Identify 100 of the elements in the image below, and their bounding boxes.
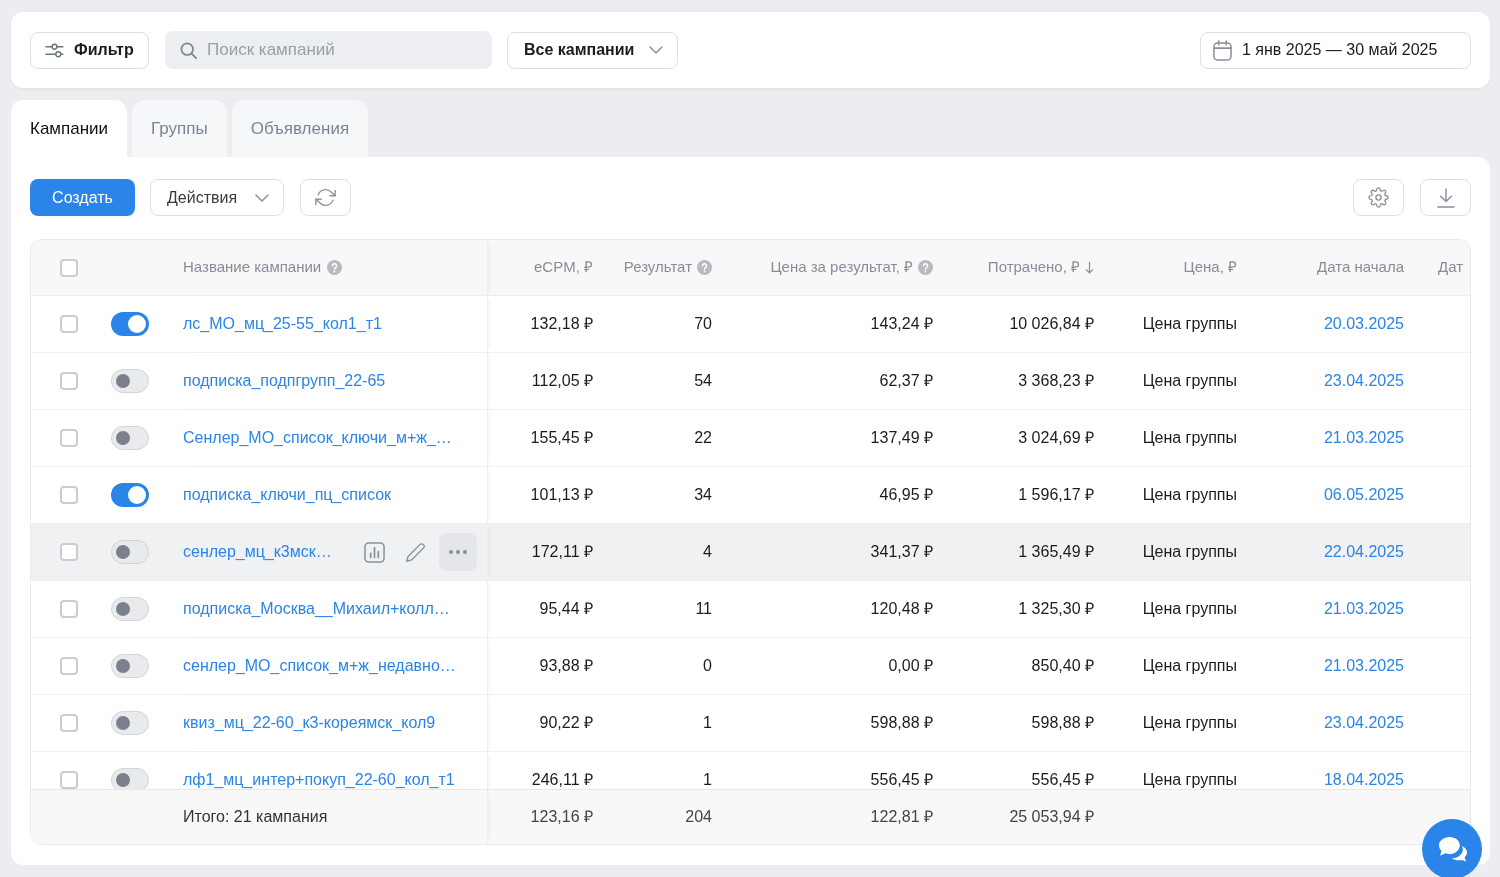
price-type-value: Цена группы: [1142, 428, 1237, 448]
sort-arrow-icon[interactable]: [1085, 261, 1094, 274]
checkbox[interactable]: [60, 543, 78, 561]
spent-value: 1 325,30 ₽: [1018, 599, 1094, 619]
search-icon: [180, 42, 197, 59]
start-date-link[interactable]: 21.03.2025: [1323, 654, 1404, 678]
toggle-switch[interactable]: [111, 540, 149, 564]
chevron-down-icon: [255, 193, 269, 202]
refresh-button[interactable]: [300, 179, 351, 216]
more-button[interactable]: [439, 533, 477, 571]
campaign-name-link[interactable]: лф1_мц_интер+покуп_22-60_кол_т1: [183, 768, 455, 789]
campaign-name-link[interactable]: подписка_подпгрупп_22-65: [183, 369, 386, 393]
help-icon[interactable]: [697, 260, 712, 275]
table-row[interactable]: подписка_Москва__Михаил+колл… 95,44 ₽ 11 120,48 ₽ 1 325,30 ₽ Цена группы 21.03.2025: [31, 581, 1470, 638]
toggle-switch[interactable]: [111, 483, 149, 507]
column-header[interactable]: Результат: [623, 256, 692, 279]
spent-value: 850,40 ₽: [1031, 656, 1094, 676]
campaign-name-link[interactable]: Сенлер_МО_список_ключи_м+ж_…: [183, 426, 452, 450]
campaign-name-link[interactable]: подписка_Москва__Михаил+колл…: [183, 597, 450, 621]
ecpm-value: 101,13 ₽: [530, 485, 593, 505]
tab[interactable]: Кампании: [11, 100, 128, 157]
checkbox[interactable]: [60, 372, 78, 390]
tab[interactable]: Объявления: [231, 100, 369, 157]
campaign-name-link[interactable]: сенлер_мц_к3мск…: [183, 540, 332, 564]
start-date-link[interactable]: 23.04.2025: [1323, 711, 1404, 735]
start-date-link[interactable]: 18.04.2025: [1323, 768, 1404, 789]
filter-button[interactable]: Фильтр: [30, 31, 149, 69]
toggle-switch[interactable]: [111, 597, 149, 621]
campaign-name-link[interactable]: подписка_ключи_пц_список: [183, 483, 392, 507]
start-date-link[interactable]: 23.04.2025: [1323, 369, 1404, 393]
toggle-switch[interactable]: [111, 426, 149, 450]
campaign-name-link[interactable]: квиз_мц_22-60_к3-кореямск_кол9: [183, 711, 436, 735]
help-icon[interactable]: [918, 260, 933, 275]
result-value: 70: [694, 314, 712, 334]
cost-per-result-value: 137,49 ₽: [870, 428, 933, 448]
column-header[interactable]: Цена за результат, ₽: [770, 256, 913, 279]
cost-per-result-value: 62,37 ₽: [879, 371, 933, 391]
total-value: 204: [685, 807, 712, 827]
help-icon[interactable]: [327, 260, 343, 275]
start-date-link[interactable]: 20.03.2025: [1323, 312, 1404, 336]
chat-icon: [1437, 836, 1467, 862]
start-date-link[interactable]: 21.03.2025: [1323, 597, 1404, 621]
price-type-value: Цена группы: [1142, 371, 1237, 391]
checkbox[interactable]: [60, 258, 78, 277]
campaign-name-link[interactable]: сенлер_МО_список_м+ж_недавно…: [183, 654, 456, 678]
table-row[interactable]: сенлер_мц_к3мск… 172,11 ₽ 4 341,37 ₽ 1 365,49 ₽ Цена группы 22.04.2025: [31, 524, 1470, 581]
campaign-dropdown[interactable]: Все кампании: [507, 31, 678, 69]
checkbox[interactable]: [60, 315, 78, 333]
settings-button[interactable]: [1353, 179, 1404, 216]
column-header[interactable]: Дата начала: [1317, 256, 1404, 279]
campaign-name-link[interactable]: лс_МО_мц_25-55_кол1_т1: [183, 312, 382, 336]
result-value: 54: [694, 371, 712, 391]
table-row[interactable]: подписка_ключи_пц_список 101,13 ₽ 34 46,95 ₽ 1 596,17 ₽ Цена группы 06.05.2025: [31, 467, 1470, 524]
result-value: 22: [694, 428, 712, 448]
download-button[interactable]: [1420, 179, 1471, 216]
toggle-switch[interactable]: [111, 312, 149, 336]
start-date-link[interactable]: 22.04.2025: [1323, 540, 1404, 564]
start-date-link[interactable]: 21.03.2025: [1323, 426, 1404, 450]
checkbox[interactable]: [60, 600, 78, 618]
spent-value: 598,88 ₽: [1031, 713, 1094, 733]
ecpm-value: 95,44 ₽: [539, 599, 593, 619]
table-row[interactable]: Сенлер_МО_список_ключи_м+ж_… 155,45 ₽ 22 137,49 ₽ 3 024,69 ₽ Цена группы 21.03.2025: [31, 410, 1470, 467]
price-type-value: Цена группы: [1142, 314, 1237, 334]
spent-value: 3 368,23 ₽: [1018, 371, 1094, 391]
column-header[interactable]: Дат: [1438, 256, 1464, 279]
result-value: 4: [703, 542, 712, 562]
column-header[interactable]: Цена, ₽: [1183, 256, 1237, 279]
checkbox[interactable]: [60, 429, 78, 447]
checkbox[interactable]: [60, 657, 78, 675]
cost-per-result-value: 0,00 ₽: [888, 656, 933, 676]
table-row[interactable]: сенлер_МО_список_м+ж_недавно… 93,88 ₽ 0 0,00 ₽ 850,40 ₽ Цена группы 21.03.2025: [31, 638, 1470, 695]
table-row[interactable]: лс_МО_мц_25-55_кол1_т1 132,18 ₽ 70 143,24 ₽ 10 026,84 ₽ Цена группы 20.03.2025: [31, 296, 1470, 353]
table-row[interactable]: подписка_подпгрупп_22-65 112,05 ₽ 54 62,37 ₽ 3 368,23 ₽ Цена группы 23.04.2025: [31, 353, 1470, 410]
column-header[interactable]: Название кампании: [183, 256, 322, 279]
statistics-icon[interactable]: [364, 541, 385, 563]
ecpm-value: 112,05 ₽: [531, 371, 593, 391]
column-header[interactable]: eCPM, ₽: [534, 256, 593, 279]
actions-dropdown[interactable]: Действия: [150, 179, 284, 216]
date-range-picker[interactable]: 1 янв 2025 — 30 май 2025: [1200, 31, 1471, 69]
table-row[interactable]: квиз_мц_22-60_к3-кореямск_кол9 90,22 ₽ 1 598,88 ₽ 598,88 ₽ Цена группы 23.04.2025: [31, 695, 1470, 752]
price-type-value: Цена группы: [1142, 485, 1237, 505]
result-value: 0: [703, 656, 712, 676]
search-field[interactable]: Поиск кампаний: [165, 31, 492, 69]
total-value: 25 053,94 ₽: [1009, 807, 1094, 827]
download-icon: [1436, 187, 1455, 208]
column-header[interactable]: Потрачено, ₽: [987, 256, 1080, 279]
toggle-switch[interactable]: [111, 654, 149, 678]
price-type-value: Цена группы: [1142, 599, 1237, 619]
checkbox[interactable]: [60, 714, 78, 732]
start-date-link[interactable]: 06.05.2025: [1323, 483, 1404, 507]
ecpm-value: 93,88 ₽: [539, 656, 593, 676]
create-button[interactable]: Создать: [30, 179, 135, 216]
tab[interactable]: Группы: [132, 100, 227, 157]
edit-icon[interactable]: [405, 541, 426, 563]
toggle-switch[interactable]: [111, 768, 149, 789]
price-type-value: Цена группы: [1142, 542, 1237, 562]
toggle-switch[interactable]: [111, 711, 149, 735]
checkbox[interactable]: [60, 486, 78, 504]
toggle-switch[interactable]: [111, 369, 149, 393]
checkbox[interactable]: [60, 771, 78, 789]
